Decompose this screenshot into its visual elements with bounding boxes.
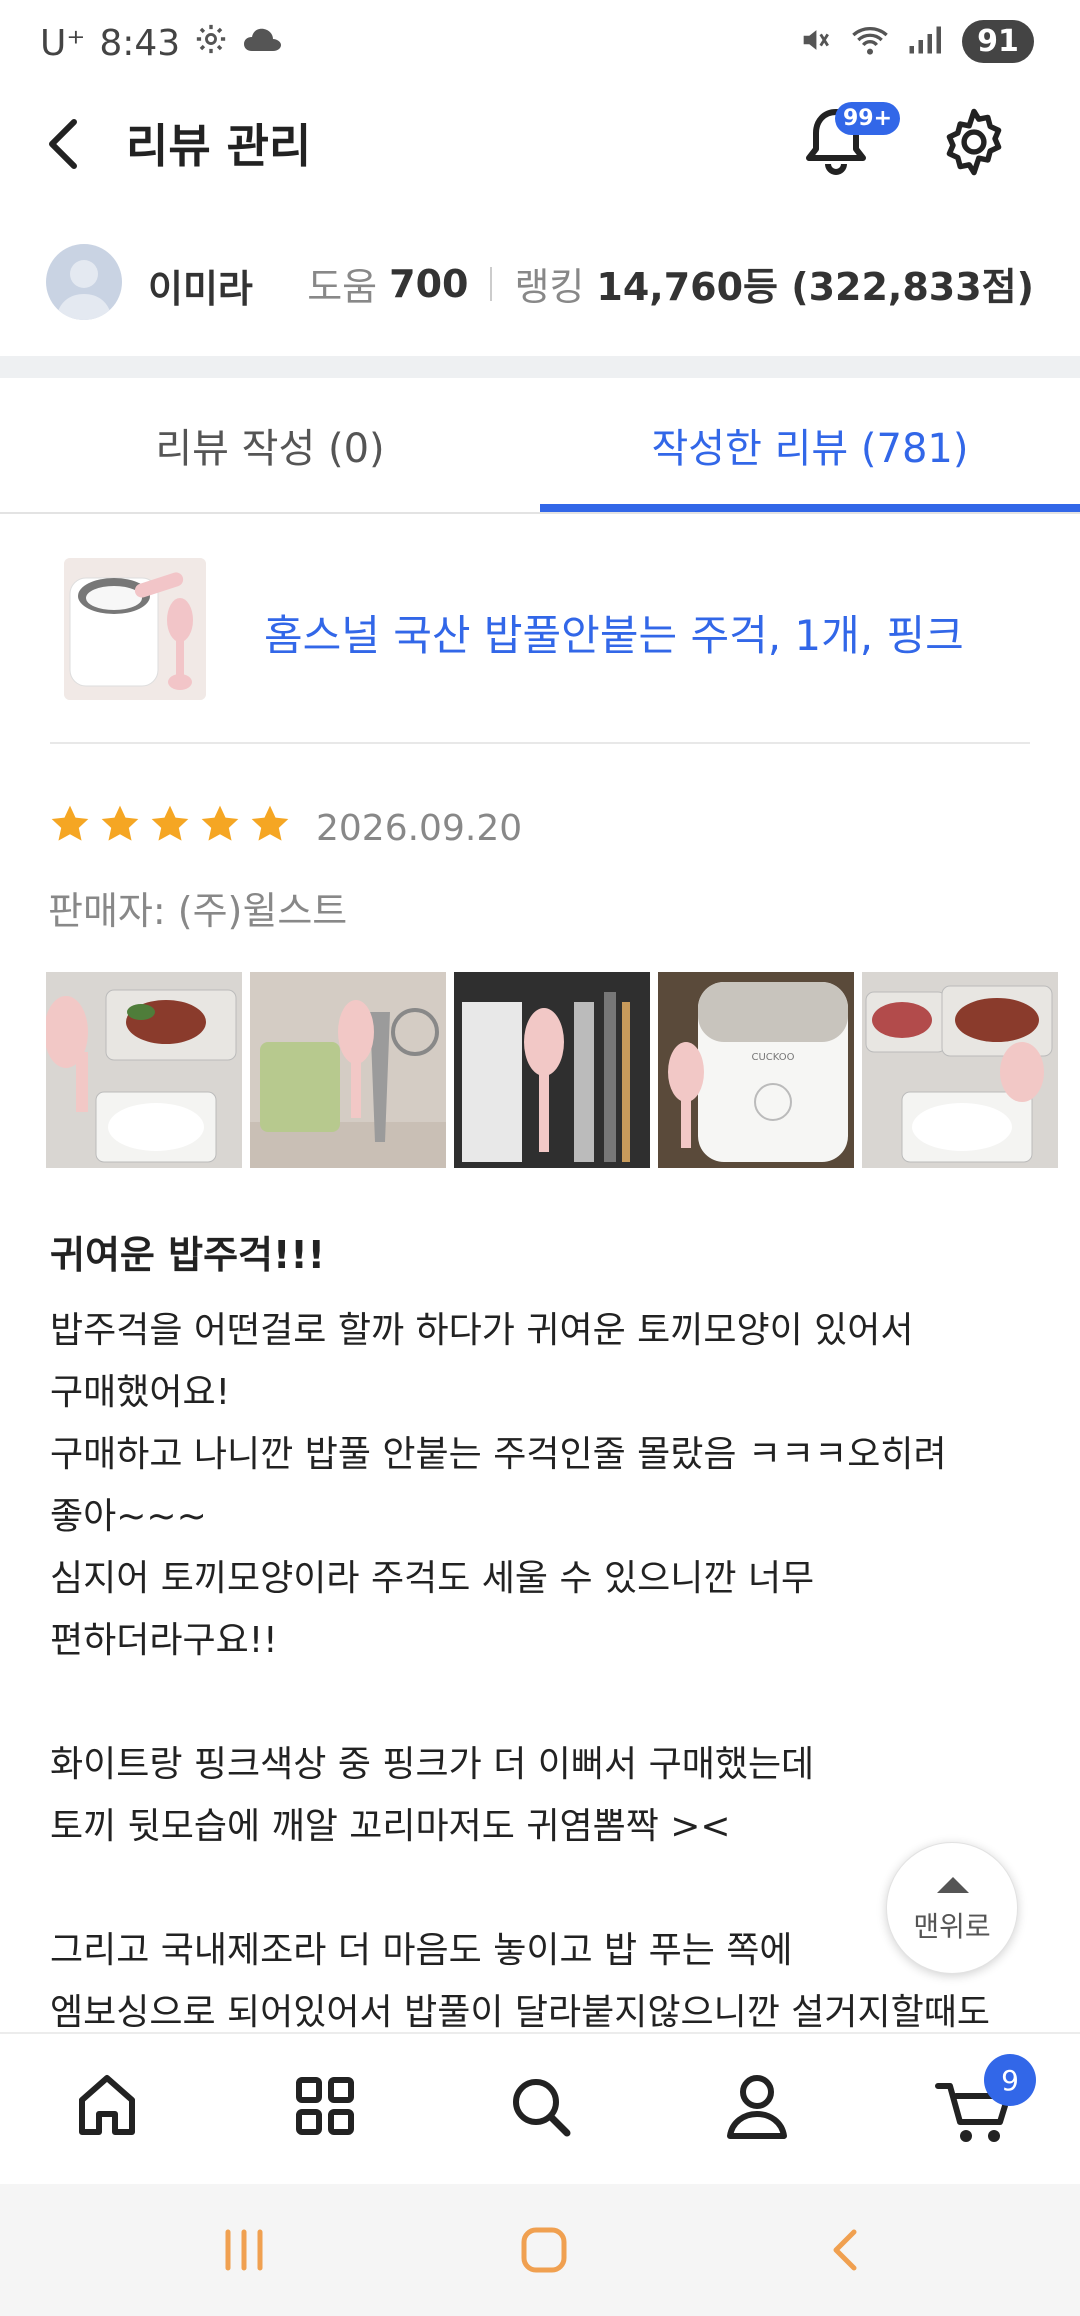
star-icon bbox=[251, 805, 289, 841]
status-bar: U⁺ 8:43 91 bbox=[0, 0, 1080, 90]
settings-button[interactable] bbox=[938, 102, 1010, 182]
cloud-icon bbox=[242, 23, 284, 64]
review-photo-strip: CUCKOO bbox=[46, 972, 1080, 1168]
review-photo[interactable]: CUCKOO bbox=[658, 972, 854, 1168]
photo-food-container-2 bbox=[862, 972, 1058, 1168]
back-chevron-icon bbox=[833, 2229, 857, 2271]
mute-icon bbox=[798, 23, 832, 61]
home-icon bbox=[79, 2075, 135, 2135]
help-count: 700 bbox=[389, 261, 469, 306]
review-photo[interactable] bbox=[862, 972, 1058, 1168]
status-right: 91 bbox=[798, 20, 1034, 63]
signal-icon bbox=[908, 25, 944, 59]
chevron-left-icon bbox=[49, 119, 77, 169]
photo-utensil-holder bbox=[250, 972, 446, 1168]
active-tab-indicator bbox=[540, 504, 1080, 512]
review-photo[interactable] bbox=[454, 972, 650, 1168]
rice-cooker-image bbox=[64, 558, 206, 700]
profile-name: 이미라 bbox=[148, 267, 253, 311]
review-photo[interactable] bbox=[46, 972, 242, 1168]
star-icon bbox=[51, 805, 89, 841]
search-icon bbox=[513, 2079, 571, 2137]
battery-indicator: 91 bbox=[962, 20, 1034, 63]
star-icon bbox=[101, 805, 139, 841]
back-system-button[interactable] bbox=[816, 2220, 876, 2284]
home-system-button[interactable] bbox=[514, 2220, 574, 2284]
nav-search[interactable] bbox=[486, 2056, 596, 2156]
profile-stats: 도움 700 랭킹 14,760등 (322,833점) bbox=[307, 256, 1034, 311]
arrow-up-icon bbox=[937, 1877, 969, 1893]
system-navigation-bar bbox=[0, 2184, 1080, 2316]
product-title-link[interactable]: 홈스널 국산 밥풀안붙는 주걱, 1개, 핑크 bbox=[264, 602, 964, 663]
status-left: U⁺ 8:43 bbox=[40, 22, 284, 65]
back-button[interactable] bbox=[36, 108, 96, 178]
nav-categories[interactable] bbox=[270, 2056, 380, 2156]
photo-food-container bbox=[46, 972, 242, 1168]
person-icon bbox=[727, 2075, 787, 2139]
scroll-to-top-button[interactable]: 맨위로 bbox=[886, 1842, 1018, 1974]
tab-written-reviews[interactable]: 작성한 리뷰 (781) bbox=[540, 378, 1080, 512]
review-title: 귀여운 밥주걱!!! bbox=[50, 1233, 325, 1277]
star-rating bbox=[48, 802, 292, 846]
photo-brand-text: CUCKOO bbox=[751, 1052, 794, 1063]
seller-name: 판매자: (주)윌스트 bbox=[48, 889, 348, 933]
photo-drawer bbox=[454, 972, 650, 1168]
page-title: 리뷰 관리 bbox=[126, 119, 312, 173]
carrier-label: U⁺ bbox=[40, 23, 86, 64]
photo-rice-cooker: CUCKOO bbox=[658, 972, 854, 1168]
nav-my-account[interactable] bbox=[702, 2056, 812, 2156]
notification-badge: 99+ bbox=[835, 102, 901, 135]
review-date: 2026.09.20 bbox=[316, 808, 523, 849]
recent-apps-icon bbox=[225, 2229, 263, 2271]
product-divider bbox=[50, 742, 1030, 744]
settings-gear-icon bbox=[946, 108, 1002, 176]
stats-divider bbox=[490, 266, 493, 301]
scroll-to-top-label: 맨위로 bbox=[913, 1910, 991, 1943]
app-header: 리뷰 관리 99+ bbox=[0, 90, 1080, 200]
rank-value: 14,760등 (322,833점) bbox=[596, 265, 1034, 309]
default-avatar-icon bbox=[56, 260, 112, 320]
gear-icon bbox=[194, 22, 228, 65]
tab-write-review[interactable]: 리뷰 작성 (0) bbox=[0, 378, 540, 512]
product-thumbnail[interactable] bbox=[64, 558, 206, 700]
avatar[interactable] bbox=[46, 244, 122, 320]
rank-label: 랭킹 bbox=[514, 265, 585, 309]
cart-count-badge: 9 bbox=[984, 2054, 1036, 2106]
help-label: 도움 bbox=[307, 265, 378, 309]
product-row[interactable]: 홈스널 국산 밥풀안붙는 주걱, 1개, 핑크 bbox=[0, 540, 1080, 740]
home-square-icon bbox=[521, 2227, 567, 2273]
wifi-icon bbox=[850, 23, 890, 61]
star-icon bbox=[151, 805, 189, 841]
nav-home[interactable] bbox=[52, 2056, 162, 2156]
star-icon bbox=[201, 805, 239, 841]
grid-icon bbox=[296, 2077, 354, 2135]
profile-summary: 이미라 도움 700 랭킹 14,760등 (322,833점) bbox=[0, 230, 1080, 350]
review-photo[interactable] bbox=[250, 972, 446, 1168]
review-tabs: 리뷰 작성 (0) 작성한 리뷰 (781) bbox=[0, 378, 1080, 514]
recent-apps-button[interactable] bbox=[214, 2220, 274, 2284]
clock: 8:43 bbox=[99, 23, 181, 64]
bottom-navigation bbox=[0, 2032, 1080, 2186]
section-divider bbox=[0, 356, 1080, 378]
